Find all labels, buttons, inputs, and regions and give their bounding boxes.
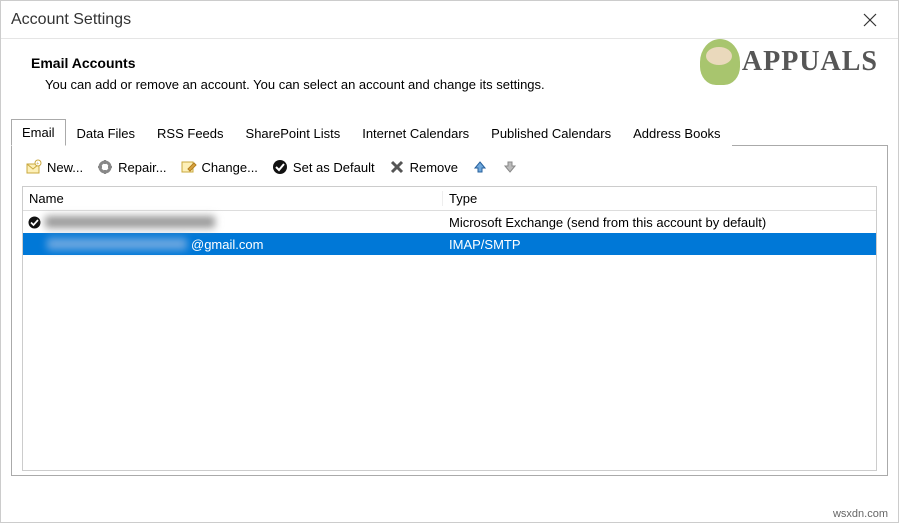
account-row[interactable]: @gmail.com IMAP/SMTP: [23, 233, 876, 255]
attribution-label: wsxdn.com: [833, 508, 888, 520]
appuals-text: APPUALS: [742, 46, 878, 78]
move-up-button[interactable]: [470, 158, 490, 176]
tab-internet-calendars[interactable]: Internet Calendars: [351, 120, 480, 146]
new-icon: +: [26, 159, 42, 175]
arrow-up-icon: [472, 159, 488, 175]
account-row[interactable]: Microsoft Exchange (send from this accou…: [23, 211, 876, 233]
tab-strip: Email Data Files RSS Feeds SharePoint Li…: [11, 118, 888, 146]
tab-data-files[interactable]: Data Files: [66, 120, 147, 146]
remove-button-label: Remove: [410, 160, 458, 175]
titlebar: Account Settings: [1, 1, 898, 39]
window-title: Account Settings: [11, 11, 131, 29]
accounts-table: Name Type Microsoft Exchange (send from …: [22, 186, 877, 471]
tab-address-books[interactable]: Address Books: [622, 120, 731, 146]
column-header-name[interactable]: Name: [23, 191, 443, 206]
tab-region: Email Data Files RSS Feeds SharePoint Li…: [1, 118, 898, 476]
account-type-cell: IMAP/SMTP: [443, 237, 876, 252]
new-account-button[interactable]: + New...: [24, 158, 85, 176]
account-name-cell: @gmail.com: [23, 237, 443, 252]
close-button[interactable]: [856, 6, 884, 34]
change-account-button[interactable]: Change...: [179, 158, 260, 176]
check-circle-icon: [272, 159, 288, 175]
column-header-type[interactable]: Type: [443, 191, 876, 206]
change-button-label: Change...: [202, 160, 258, 175]
remove-icon: [389, 159, 405, 175]
account-name-redacted: [47, 238, 187, 250]
tab-email[interactable]: Email: [11, 119, 66, 146]
remove-account-button[interactable]: Remove: [387, 158, 460, 176]
account-type-cell: Microsoft Exchange (send from this accou…: [443, 215, 876, 230]
appuals-watermark: APPUALS: [700, 39, 878, 85]
svg-text:+: +: [36, 161, 39, 167]
account-name-redacted: [45, 216, 215, 228]
repair-icon: [97, 159, 113, 175]
tab-sharepoint-lists[interactable]: SharePoint Lists: [235, 120, 352, 146]
change-icon: [181, 159, 197, 175]
account-name-cell: [23, 215, 443, 229]
move-down-button[interactable]: [500, 158, 520, 176]
set-default-button-label: Set as Default: [293, 160, 375, 175]
tab-content-email: + New... Repair... Change...: [11, 146, 888, 476]
email-toolbar: + New... Repair... Change...: [22, 156, 877, 186]
arrow-down-icon: [502, 159, 518, 175]
set-default-button[interactable]: Set as Default: [270, 158, 377, 176]
tab-published-calendars[interactable]: Published Calendars: [480, 120, 622, 146]
account-name-suffix: @gmail.com: [191, 237, 263, 252]
new-button-label: New...: [47, 160, 83, 175]
tab-rss-feeds[interactable]: RSS Feeds: [146, 120, 234, 146]
account-settings-dialog: Account Settings Email Accounts You can …: [0, 0, 899, 523]
repair-account-button[interactable]: Repair...: [95, 158, 168, 176]
appuals-avatar-icon: [700, 39, 740, 85]
repair-button-label: Repair...: [118, 160, 166, 175]
default-account-icon: [27, 215, 41, 229]
close-icon: [863, 13, 877, 27]
column-headers: Name Type: [23, 187, 876, 211]
